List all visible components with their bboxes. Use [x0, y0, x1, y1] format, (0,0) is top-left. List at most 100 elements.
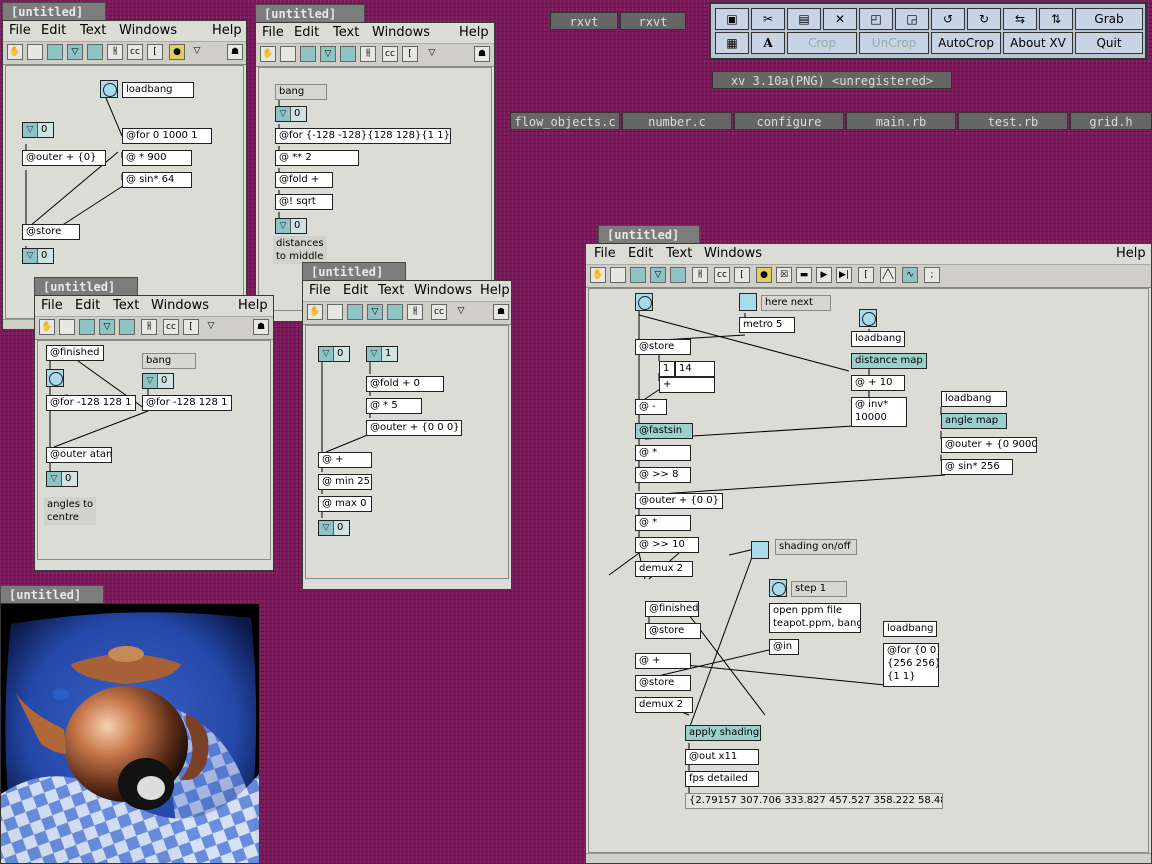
dropdown-icon[interactable]: ▽: [203, 319, 219, 335]
obj-sqrt[interactable]: @! sqrt: [275, 194, 333, 210]
menu-edit[interactable]: Edit: [628, 244, 653, 264]
hand-icon[interactable]: ✋: [39, 319, 55, 335]
xv-cut-icon[interactable]: ✂: [751, 8, 785, 30]
patch-canvas[interactable]: ▽ 0 ▽ 1 @fold + 0 @ * 5 @outer + {0 0 0} @…: [305, 325, 509, 579]
users-icon[interactable]: ☗: [474, 46, 490, 62]
number-box[interactable]: ▽ 0: [318, 346, 350, 362]
dropdown-icon[interactable]: ▽: [424, 46, 440, 62]
message-icon[interactable]: [300, 46, 316, 62]
window-4-title[interactable]: [untitled]: [302, 262, 406, 280]
menu-windows[interactable]: Windows: [414, 281, 472, 301]
obj-fps-detailed[interactable]: fps detailed: [685, 771, 759, 787]
obj-outer-9000[interactable]: @outer + {0 9000}: [941, 437, 1037, 453]
tilde-icon[interactable]: ∿: [902, 267, 918, 283]
bang-tool-icon[interactable]: [340, 46, 356, 62]
xv-rotate-right-icon[interactable]: ↻: [967, 8, 1001, 30]
window-5-title[interactable]: [untitled]: [598, 225, 700, 243]
menu-windows[interactable]: Windows: [151, 296, 209, 316]
inlet-icon[interactable]: ㅐ: [407, 304, 423, 320]
comment-icon[interactable]: cc: [382, 46, 398, 62]
menu-edit[interactable]: Edit: [343, 281, 368, 301]
obj-store[interactable]: @store: [635, 675, 691, 691]
obj-finished[interactable]: @finished: [645, 601, 699, 617]
window-3-title[interactable]: [untitled]: [34, 277, 138, 295]
xv-quit-button[interactable]: Quit: [1075, 32, 1143, 54]
menu-windows[interactable]: Windows: [119, 21, 177, 41]
hand-icon[interactable]: ✋: [590, 267, 606, 283]
menu-file[interactable]: File: [41, 296, 63, 316]
comment-icon[interactable]: cc: [127, 44, 143, 60]
xv-next-icon[interactable]: ▣: [715, 8, 749, 30]
obj-distance-map[interactable]: distance map: [851, 353, 927, 369]
bang-button[interactable]: [859, 309, 877, 327]
xv-info-icon[interactable]: ▦: [715, 32, 749, 54]
xv-text-icon[interactable]: A: [751, 32, 785, 54]
xv-flip-vertical-icon[interactable]: ⇅: [1039, 8, 1073, 30]
number-icon[interactable]: ▽: [650, 267, 666, 283]
bracket-icon[interactable]: [: [402, 46, 418, 62]
object-icon[interactable]: [280, 46, 296, 62]
file-tab-number[interactable]: number.c: [622, 112, 732, 130]
obj-minus[interactable]: @ -: [635, 399, 667, 415]
toggle-shading[interactable]: [751, 541, 769, 559]
number-box[interactable]: ▽ 0: [142, 373, 174, 389]
bang-button[interactable]: [100, 80, 118, 98]
menu-text[interactable]: Text: [80, 21, 106, 41]
obj-fold[interactable]: @fold + 0: [366, 376, 444, 392]
obj-for-grid[interactable]: @for {-128 -128}{128 128}{1 1}: [275, 128, 451, 144]
obj-angle-map[interactable]: angle map: [941, 413, 1007, 429]
image-window-title[interactable]: [untitled]: [0, 585, 104, 603]
menu-file[interactable]: File: [9, 21, 31, 41]
menu-file[interactable]: File: [594, 244, 616, 264]
msg-here-next[interactable]: here next: [761, 295, 831, 311]
msg-shading-on-off[interactable]: shading on/off: [775, 539, 857, 555]
obj-inv[interactable]: @ inv* 10000: [851, 397, 907, 427]
hand-icon[interactable]: ✋: [7, 44, 23, 60]
number-box[interactable]: ▽ 0: [275, 218, 307, 234]
dropdown-icon[interactable]: ▽: [189, 44, 205, 60]
xv-clear-icon[interactable]: ✕: [823, 8, 857, 30]
menu-text[interactable]: Text: [666, 244, 692, 264]
users-icon[interactable]: ☗: [227, 44, 243, 60]
bang-tool-icon[interactable]: [119, 319, 135, 335]
bracket-icon[interactable]: [: [183, 319, 199, 335]
message-icon[interactable]: [630, 267, 646, 283]
bang-tool-icon[interactable]: [87, 44, 103, 60]
record-icon[interactable]: ●: [169, 44, 185, 60]
close-box-icon[interactable]: ☒: [776, 267, 792, 283]
obj-loadbang[interactable]: loadbang: [122, 82, 194, 98]
inlet-icon[interactable]: ㅐ: [107, 44, 123, 60]
hand-icon[interactable]: ✋: [260, 46, 276, 62]
object-icon[interactable]: [59, 319, 75, 335]
bang-tool-icon[interactable]: [670, 267, 686, 283]
obj-loadbang[interactable]: loadbang: [851, 331, 905, 347]
obj-for-y[interactable]: @for -128 128 1: [142, 395, 232, 411]
number-box[interactable]: ▽ 0: [46, 471, 78, 487]
obj-num-14[interactable]: 14: [675, 361, 715, 377]
patch-canvas[interactable]: here next metro 5 @store loadbang 1 14 d…: [588, 288, 1149, 853]
number-icon[interactable]: ▽: [99, 319, 115, 335]
msg-bang[interactable]: bang: [275, 84, 327, 100]
menu-file[interactable]: File: [309, 281, 331, 301]
file-tab-flow-objects[interactable]: flow_objects.c: [510, 112, 620, 130]
obj-for-x[interactable]: @for -128 128 1: [46, 395, 136, 411]
slider-icon[interactable]: ▬: [796, 267, 812, 283]
xv-rotate-left-icon[interactable]: ↺: [931, 8, 965, 30]
bracket-icon[interactable]: [: [147, 44, 163, 60]
obj-plus[interactable]: @ +: [635, 653, 691, 669]
msg-one[interactable]: 1: [659, 361, 675, 377]
menu-edit[interactable]: Edit: [41, 21, 66, 41]
obj-multiply[interactable]: @ * 5: [366, 398, 422, 414]
semicolon-icon[interactable]: ;: [924, 267, 940, 283]
number-box[interactable]: ▽ 0: [275, 106, 307, 122]
obj-multiply[interactable]: @ *: [635, 515, 691, 531]
inlet-icon[interactable]: ㅐ: [360, 46, 376, 62]
dropdown-icon[interactable]: ▽: [453, 304, 469, 320]
menu-edit[interactable]: Edit: [75, 296, 100, 316]
obj-store[interactable]: @store: [635, 339, 691, 355]
window-1-title[interactable]: [untitled]: [2, 2, 106, 20]
message-icon[interactable]: [47, 44, 63, 60]
record-icon[interactable]: ●: [756, 267, 772, 283]
number-icon[interactable]: ▽: [320, 46, 336, 62]
obj-for-grid[interactable]: @for {0 0} {256 256} {1 1}: [883, 643, 939, 687]
